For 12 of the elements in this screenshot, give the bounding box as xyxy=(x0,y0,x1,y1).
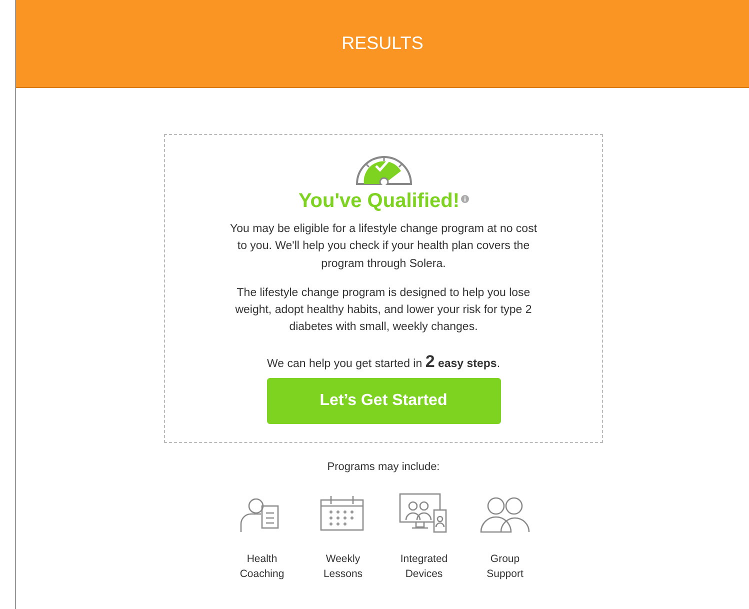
steps-text: We can help you get started in 2 easy steps. xyxy=(266,350,502,372)
info-icon[interactable] xyxy=(460,194,469,203)
description-text: The lifestyle change program is designed to help you lose weight, adopt healthy habits, and lower your risk for type 2 diabetes with small, weekly changes. xyxy=(234,286,533,336)
program-label: Health Coaching xyxy=(238,552,286,582)
header-title: RESULTS xyxy=(342,32,424,55)
program-label: Weekly Lessons xyxy=(322,552,364,582)
description-text: You may be eligible for a lifestyle change program at no cost to you. We'll help you check if your health plan covers the program through Solera. xyxy=(228,222,538,272)
program-label: Group Support xyxy=(486,552,524,582)
get-started-button[interactable]: Let’s Get Started xyxy=(266,378,500,424)
program-label: Integrated Devices xyxy=(399,552,449,582)
qualified-heading: You've Qualified! xyxy=(298,189,460,213)
programs-intro: Programs may include: xyxy=(326,460,441,475)
